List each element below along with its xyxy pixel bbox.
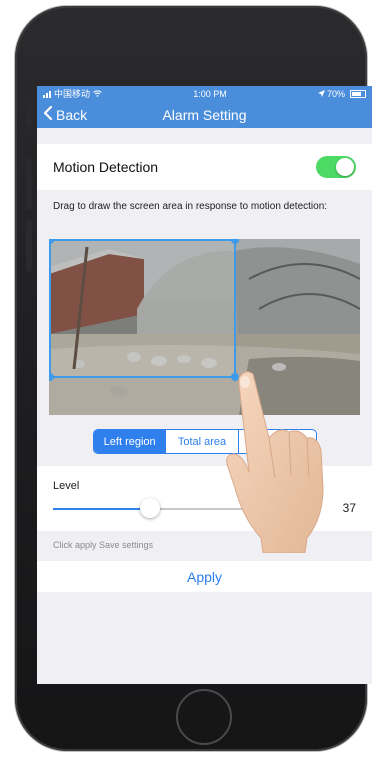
page-title: Alarm Setting [162, 106, 247, 123]
level-slider-thumb[interactable] [139, 498, 160, 518]
mute-switch [26, 101, 32, 127]
apply-hint-text: Click apply Save settings [53, 540, 154, 550]
signal-icon [43, 90, 51, 98]
drag-hint-text: Drag to draw the screen area in response… [53, 201, 328, 212]
motion-detection-row: Motion Detection [37, 144, 372, 190]
battery-icon [350, 89, 366, 98]
level-slider-fill [53, 508, 150, 510]
level-value: 37 [342, 501, 356, 515]
apply-button[interactable]: Apply [37, 561, 372, 592]
location-icon [317, 89, 325, 99]
wifi-icon [93, 89, 102, 99]
back-label: Back [56, 106, 88, 123]
volume-up-button [26, 158, 32, 210]
motion-detection-label: Motion Detection [53, 159, 159, 175]
motion-detection-toggle[interactable] [316, 156, 356, 178]
segment-left-region[interactable]: Left region [94, 430, 166, 453]
level-label: Level [53, 480, 80, 492]
status-time: 1:00 PM [193, 88, 227, 99]
volume-down-button [26, 220, 32, 272]
status-bar: 中国移动 1:00 PM 70% [37, 86, 372, 101]
home-button [176, 689, 232, 745]
battery-percent: 70% [326, 88, 345, 99]
chevron-left-icon [43, 105, 53, 124]
carrier-name: 中国移动 [54, 89, 91, 99]
navigation-bar: Back Alarm Setting [37, 101, 372, 128]
pointing-hand-image [226, 371, 324, 553]
back-button[interactable]: Back [43, 101, 87, 128]
